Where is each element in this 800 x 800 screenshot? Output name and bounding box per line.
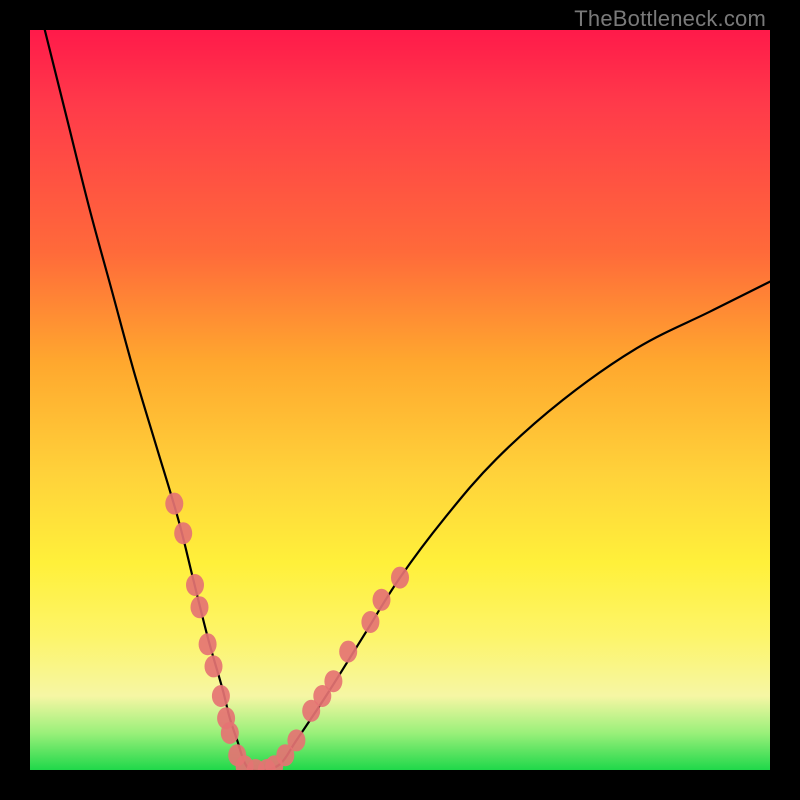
marker-group	[165, 493, 409, 770]
marker-dot	[361, 611, 379, 633]
marker-dot	[199, 633, 217, 655]
marker-dot	[205, 655, 223, 677]
marker-dot	[221, 722, 239, 744]
marker-dot	[324, 670, 342, 692]
chart-frame: TheBottleneck.com	[0, 0, 800, 800]
marker-dot	[191, 596, 209, 618]
marker-dot	[165, 493, 183, 515]
marker-dot	[373, 589, 391, 611]
watermark-text: TheBottleneck.com	[574, 6, 766, 32]
marker-dot	[287, 729, 305, 751]
marker-dot	[339, 641, 357, 663]
marker-dot	[391, 567, 409, 589]
plot-area	[30, 30, 770, 770]
bottleneck-curve	[45, 30, 770, 770]
chart-overlay	[30, 30, 770, 770]
marker-dot	[212, 685, 230, 707]
marker-dot	[186, 574, 204, 596]
marker-dot	[174, 522, 192, 544]
